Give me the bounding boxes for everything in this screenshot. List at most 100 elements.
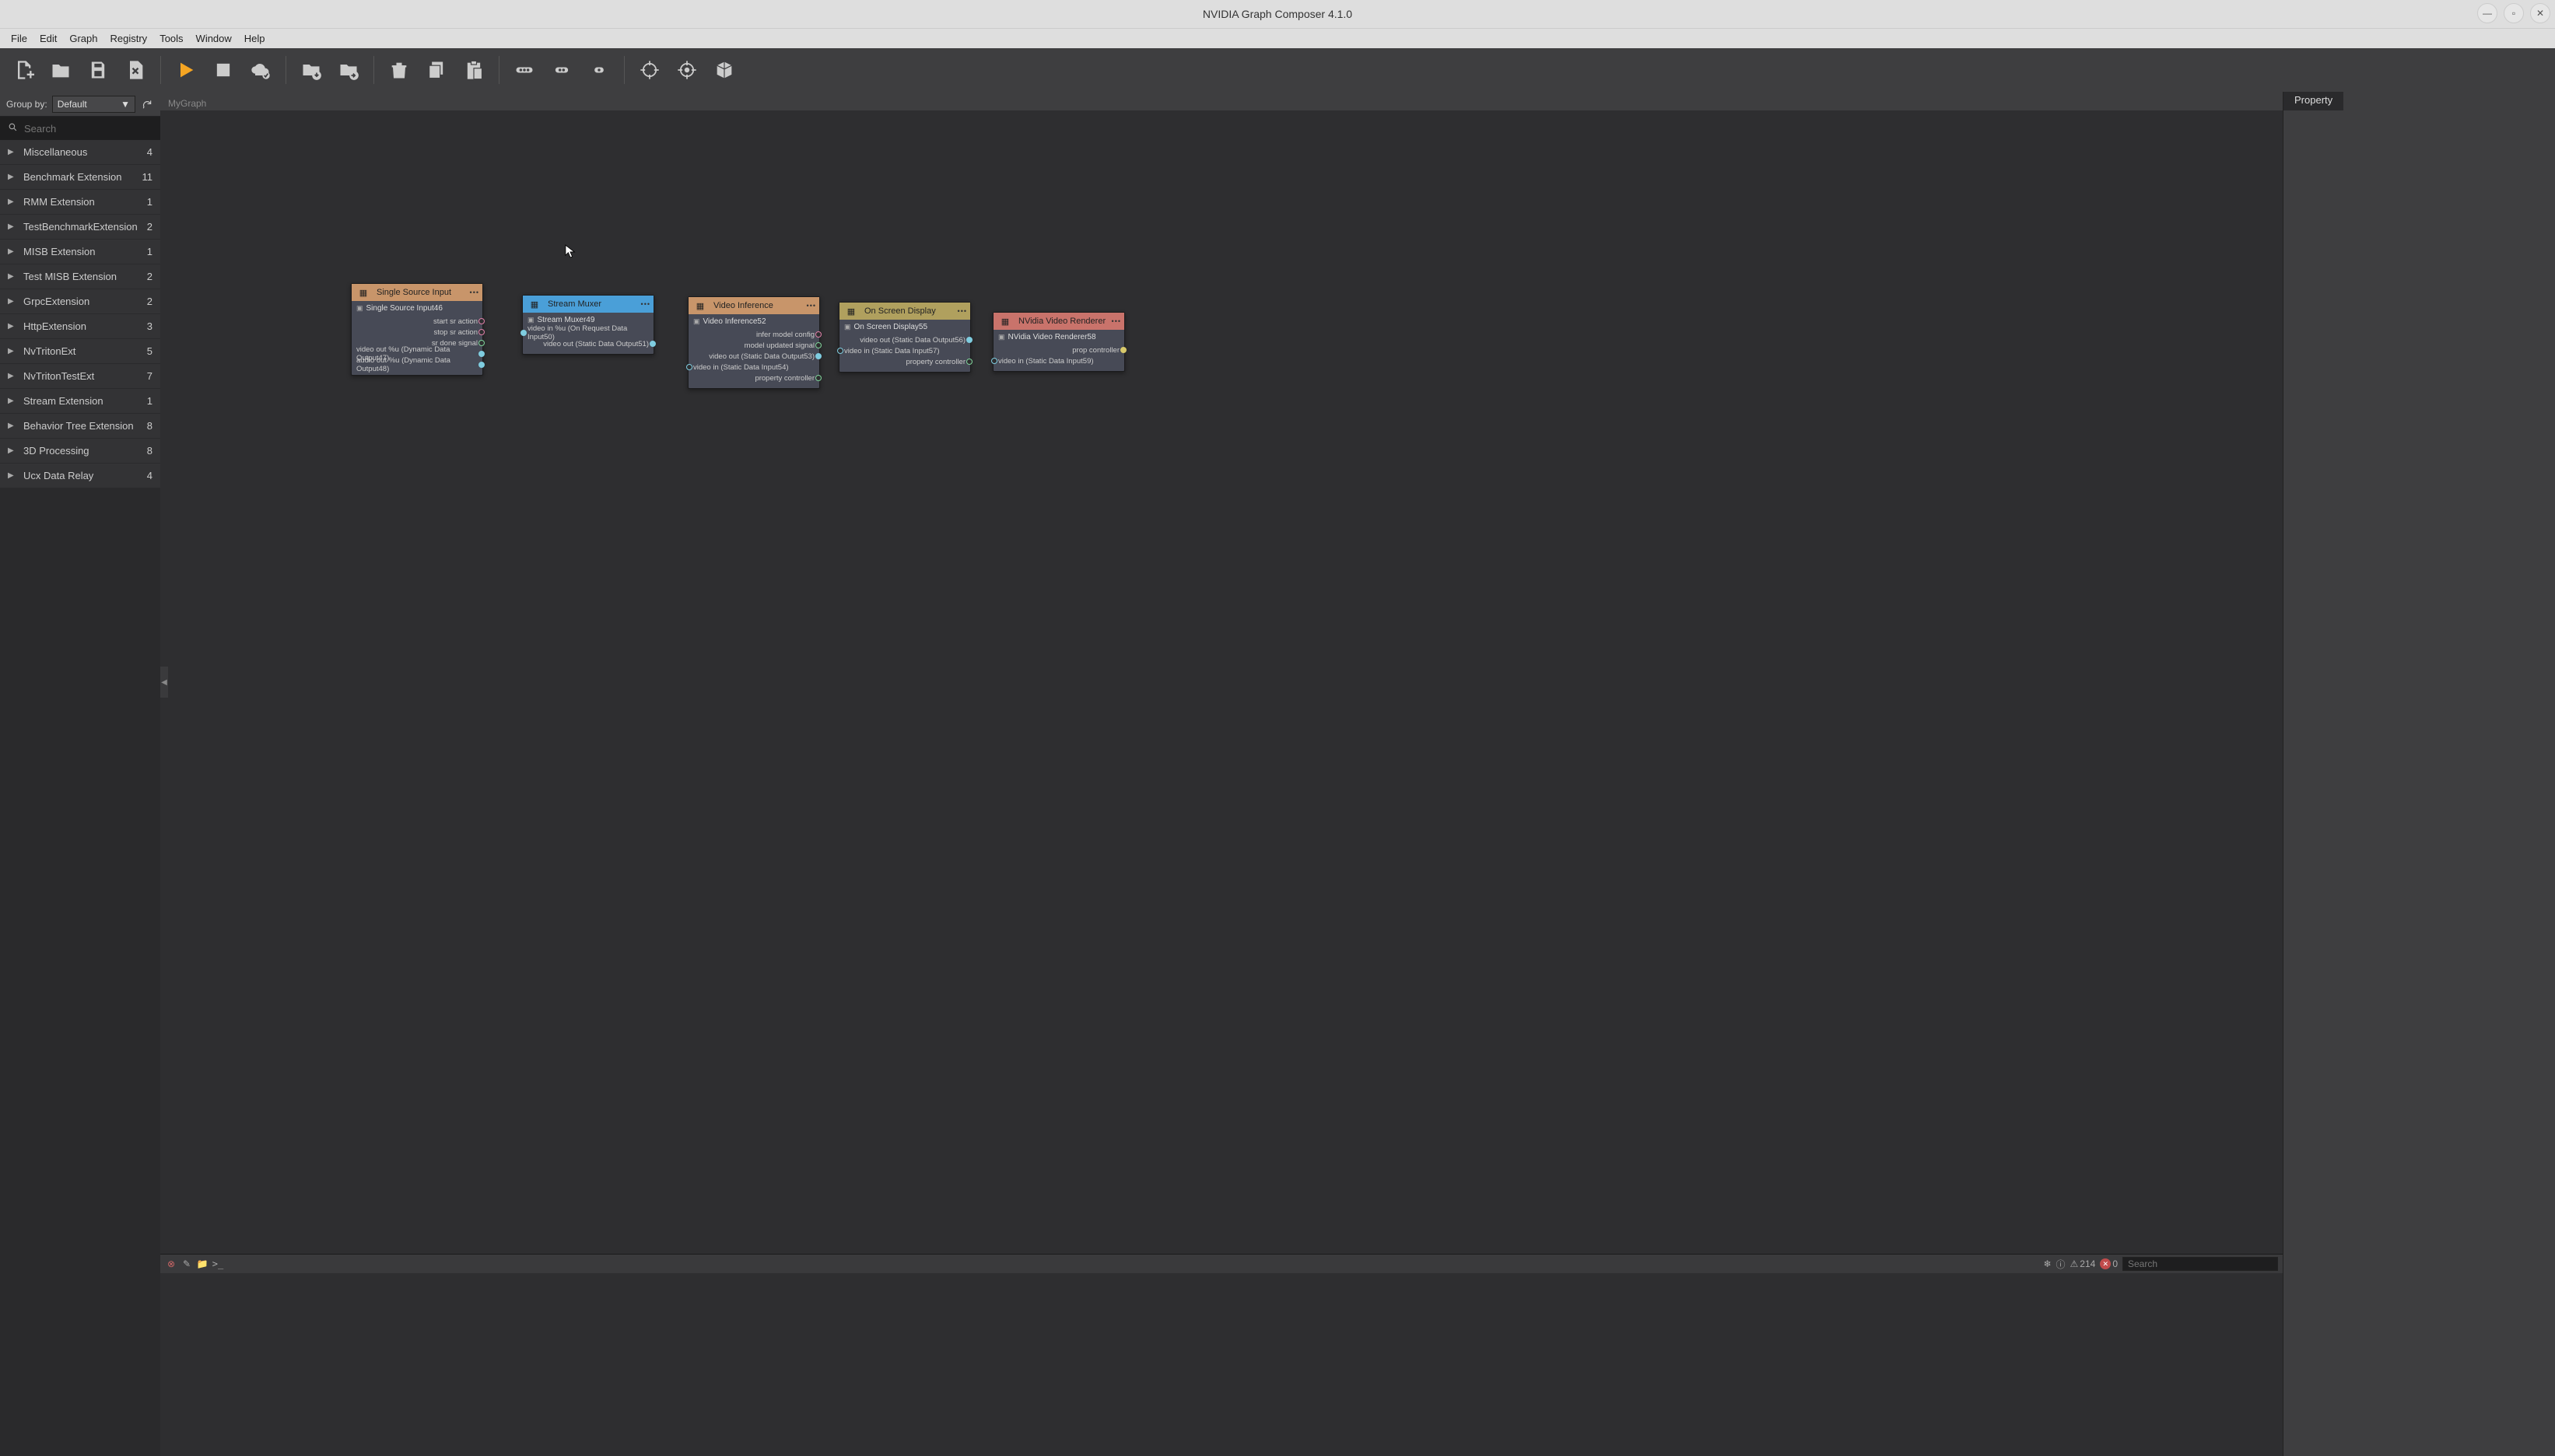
- node-menu-icon[interactable]: •••: [958, 307, 967, 315]
- sidebar-item-grpcextension[interactable]: ▶GrpcExtension2: [0, 289, 160, 314]
- tab-property[interactable]: Property: [2283, 92, 2343, 110]
- import-down-icon[interactable]: [294, 53, 328, 87]
- output-port[interactable]: prop controller: [998, 345, 1120, 355]
- sidebar-item-benchmark-extension[interactable]: ▶Benchmark Extension11: [0, 165, 160, 190]
- output-port[interactable]: audio out %u (Dynamic Data Output48): [356, 359, 478, 370]
- close-file-icon[interactable]: [118, 53, 152, 87]
- node-title: Stream Muxer: [548, 299, 601, 309]
- node-menu-icon[interactable]: •••: [470, 289, 479, 296]
- sidebar-item-ucx-data-relay[interactable]: ▶Ucx Data Relay4: [0, 464, 160, 488]
- crosshair-icon[interactable]: [670, 53, 704, 87]
- sidebar-item-nvtritontestext[interactable]: ▶NvTritonTestExt7: [0, 364, 160, 389]
- output-port[interactable]: infer model config: [693, 329, 815, 340]
- sidebar-item-rmm-extension[interactable]: ▶RMM Extension1: [0, 190, 160, 215]
- toolbar: [0, 48, 2555, 92]
- group-by-label: Group by:: [6, 99, 47, 110]
- ellipsis2-icon[interactable]: [545, 53, 579, 87]
- node-n5[interactable]: ▦NVidia Video Renderer•••NVidia Video Re…: [993, 312, 1125, 372]
- refresh-icon[interactable]: [140, 97, 154, 111]
- window-minimize-button[interactable]: —: [2477, 3, 2497, 23]
- input-port[interactable]: video in %u (On Request Data Input50): [527, 327, 649, 338]
- sidebar-item-misb-extension[interactable]: ▶MISB Extension1: [0, 240, 160, 264]
- new-file-icon[interactable]: [6, 53, 40, 87]
- log-info-icon[interactable]: ⓘ: [2056, 1258, 2066, 1271]
- menu-window[interactable]: Window: [190, 31, 238, 46]
- menu-registry[interactable]: Registry: [104, 31, 154, 46]
- log-search-input[interactable]: [2122, 1257, 2278, 1271]
- save-icon[interactable]: [81, 53, 115, 87]
- target-icon[interactable]: [633, 53, 667, 87]
- sidebar-item-stream-extension[interactable]: ▶Stream Extension1: [0, 389, 160, 414]
- sidebar-item-nvtritonext[interactable]: ▶NvTritonExt5: [0, 339, 160, 364]
- input-port[interactable]: video in (Static Data Input54): [693, 362, 815, 373]
- node-header[interactable]: ▦Video Inference•••: [689, 297, 819, 314]
- menu-graph[interactable]: Graph: [63, 31, 103, 46]
- output-port[interactable]: property controller: [693, 373, 815, 383]
- cube-icon[interactable]: [707, 53, 741, 87]
- log-edit-icon[interactable]: ✎: [180, 1258, 193, 1269]
- sidebar-item-label: 3D Processing: [23, 445, 147, 457]
- sidebar-item-testbenchmarkextension[interactable]: ▶TestBenchmarkExtension2: [0, 215, 160, 240]
- menu-help[interactable]: Help: [238, 31, 272, 46]
- component-search-input[interactable]: [24, 123, 161, 135]
- stop-icon[interactable]: [206, 53, 240, 87]
- node-type-icon: ▦: [692, 299, 709, 313]
- node-header[interactable]: ▦Stream Muxer•••: [523, 296, 654, 313]
- open-folder-icon[interactable]: [44, 53, 78, 87]
- node-header[interactable]: ▦NVidia Video Renderer•••: [994, 313, 1124, 330]
- log-warn-count: 214: [2080, 1258, 2095, 1269]
- ellipsis3-icon[interactable]: [507, 53, 541, 87]
- extension-list[interactable]: ▶Miscellaneous4▶Benchmark Extension11▶RM…: [0, 140, 160, 1456]
- node-menu-icon[interactable]: •••: [807, 302, 816, 310]
- tab-mygraph[interactable]: MyGraph: [160, 96, 214, 110]
- sidebar-item-httpextension[interactable]: ▶HttpExtension3: [0, 314, 160, 339]
- window-close-button[interactable]: ✕: [2530, 3, 2550, 23]
- output-port[interactable]: stop sr action: [356, 327, 478, 338]
- node-header[interactable]: ▦Single Source Input•••: [352, 284, 482, 301]
- import-right-icon[interactable]: [331, 53, 366, 87]
- chevron-right-icon: ▶: [8, 372, 16, 380]
- chevron-right-icon: ▶: [8, 397, 16, 405]
- output-port[interactable]: model updated signal: [693, 340, 815, 351]
- node-menu-icon[interactable]: •••: [1112, 317, 1121, 325]
- sidebar-item-count: 8: [147, 445, 152, 457]
- sidebar-item-miscellaneous[interactable]: ▶Miscellaneous4: [0, 140, 160, 165]
- node-type-icon: ▦: [355, 285, 372, 299]
- ellipsis1-icon[interactable]: [582, 53, 616, 87]
- output-port[interactable]: property controller: [844, 356, 966, 367]
- input-port[interactable]: video in (Static Data Input57): [844, 345, 966, 356]
- sidebar-collapse-handle[interactable]: ◀: [160, 667, 168, 698]
- output-port[interactable]: video out (Static Data Output56): [844, 334, 966, 345]
- group-by-select[interactable]: Default ▼: [52, 96, 135, 113]
- output-port[interactable]: start sr action: [356, 316, 478, 327]
- cloud-sync-icon[interactable]: [244, 53, 278, 87]
- log-folder-icon[interactable]: 📁: [196, 1258, 209, 1269]
- node-header[interactable]: ▦On Screen Display•••: [839, 303, 970, 320]
- sidebar-item-3d-processing[interactable]: ▶3D Processing8: [0, 439, 160, 464]
- menu-edit[interactable]: Edit: [33, 31, 63, 46]
- node-n1[interactable]: ▦Single Source Input••• Single Source Inp…: [351, 283, 483, 376]
- window-maximize-button[interactable]: ▫: [2504, 3, 2524, 23]
- log-output[interactable]: [160, 1273, 2283, 1456]
- input-port[interactable]: video in (Static Data Input59): [998, 355, 1120, 366]
- log-snowflake-icon[interactable]: ❄: [2043, 1258, 2051, 1269]
- node-instance-label: Single Source Input46: [356, 304, 478, 313]
- node-n3[interactable]: ▦Video Inference•••Video Inference52infe…: [688, 296, 820, 389]
- copy-icon[interactable]: [419, 53, 454, 87]
- log-terminal-icon[interactable]: >_: [212, 1258, 224, 1269]
- node-n2[interactable]: ▦Stream Muxer•••Stream Muxer49video in %…: [522, 295, 654, 355]
- node-n4[interactable]: ▦On Screen Display•••On Screen Display55…: [839, 302, 971, 373]
- sidebar-item-behavior-tree-extension[interactable]: ▶Behavior Tree Extension8: [0, 414, 160, 439]
- output-port[interactable]: video out (Static Data Output51): [527, 338, 649, 349]
- trash-icon[interactable]: [382, 53, 416, 87]
- sidebar-item-test-misb-extension[interactable]: ▶Test MISB Extension2: [0, 264, 160, 289]
- node-menu-icon[interactable]: •••: [641, 300, 650, 308]
- output-port[interactable]: video out (Static Data Output53): [693, 351, 815, 362]
- paste-icon[interactable]: [457, 53, 491, 87]
- menu-tools[interactable]: Tools: [153, 31, 189, 46]
- node-type-icon: ▦: [997, 314, 1014, 328]
- play-icon[interactable]: [169, 53, 203, 87]
- graph-canvas[interactable]: ◀ ▦Single Source Input••• Single Source I…: [160, 110, 2283, 1254]
- log-clear-icon[interactable]: ⊗: [165, 1258, 177, 1269]
- menu-file[interactable]: File: [5, 31, 33, 46]
